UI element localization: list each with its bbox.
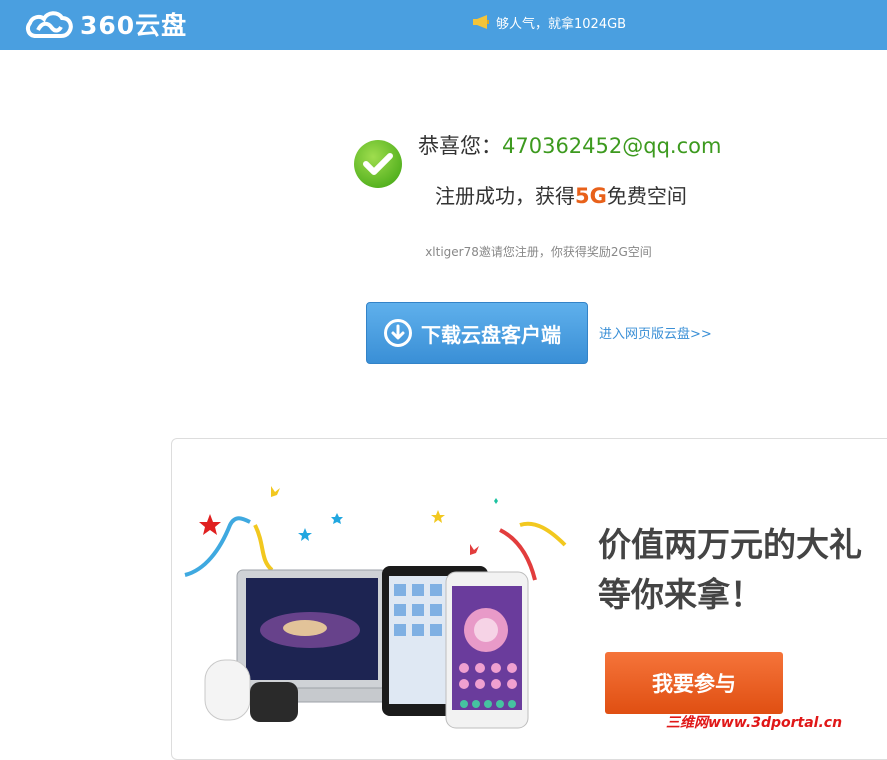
invite-note: xltiger78邀请您注册，你获得奖励2G空间: [0, 243, 887, 260]
devices-illustration: [184, 486, 567, 729]
reg-suffix: 免费空间: [606, 184, 687, 208]
promo-title-line2: 等你来拿！: [598, 575, 763, 614]
logo-text: 360云盘: [80, 11, 188, 40]
web-version-link[interactable]: 进入网页版云盘>>: [599, 323, 712, 342]
download-client-button[interactable]: 下载云盘客户端: [366, 302, 588, 364]
logo[interactable]: 360云盘: [24, 6, 214, 42]
reg-prefix: 注册成功，获得: [435, 184, 575, 208]
registration-line: 注册成功，获得5G免费空间: [435, 180, 687, 209]
promo-text: 够人气，就拿1024GB: [496, 16, 627, 32]
promo-title: 价值两万元的大礼 等你来拿！: [598, 520, 862, 620]
user-email: 470362452@qq.com: [502, 134, 722, 158]
invite-text: xltiger78邀请您注册，你获得奖励2G空间: [425, 245, 652, 259]
success-check-icon: [354, 140, 402, 188]
header-promo[interactable]: 够人气，就拿1024GB: [472, 12, 626, 32]
greeting-text: 恭喜您：: [418, 134, 502, 158]
top-header: 360云盘 够人气，就拿1024GB: [0, 0, 887, 50]
download-label: 下载云盘客户端: [421, 322, 561, 347]
watermark-text: 三维网www.3dportal.cn: [666, 715, 843, 731]
reg-size: 5G: [575, 184, 607, 208]
congrats-line: 恭喜您：470362452@qq.com: [418, 130, 721, 160]
promo-title-line1: 价值两万元的大礼: [598, 525, 862, 564]
megaphone-icon: [473, 15, 489, 29]
download-icon: [384, 319, 412, 347]
cloud-logo-icon: [26, 11, 73, 38]
join-button[interactable]: 我要参与: [605, 652, 783, 714]
